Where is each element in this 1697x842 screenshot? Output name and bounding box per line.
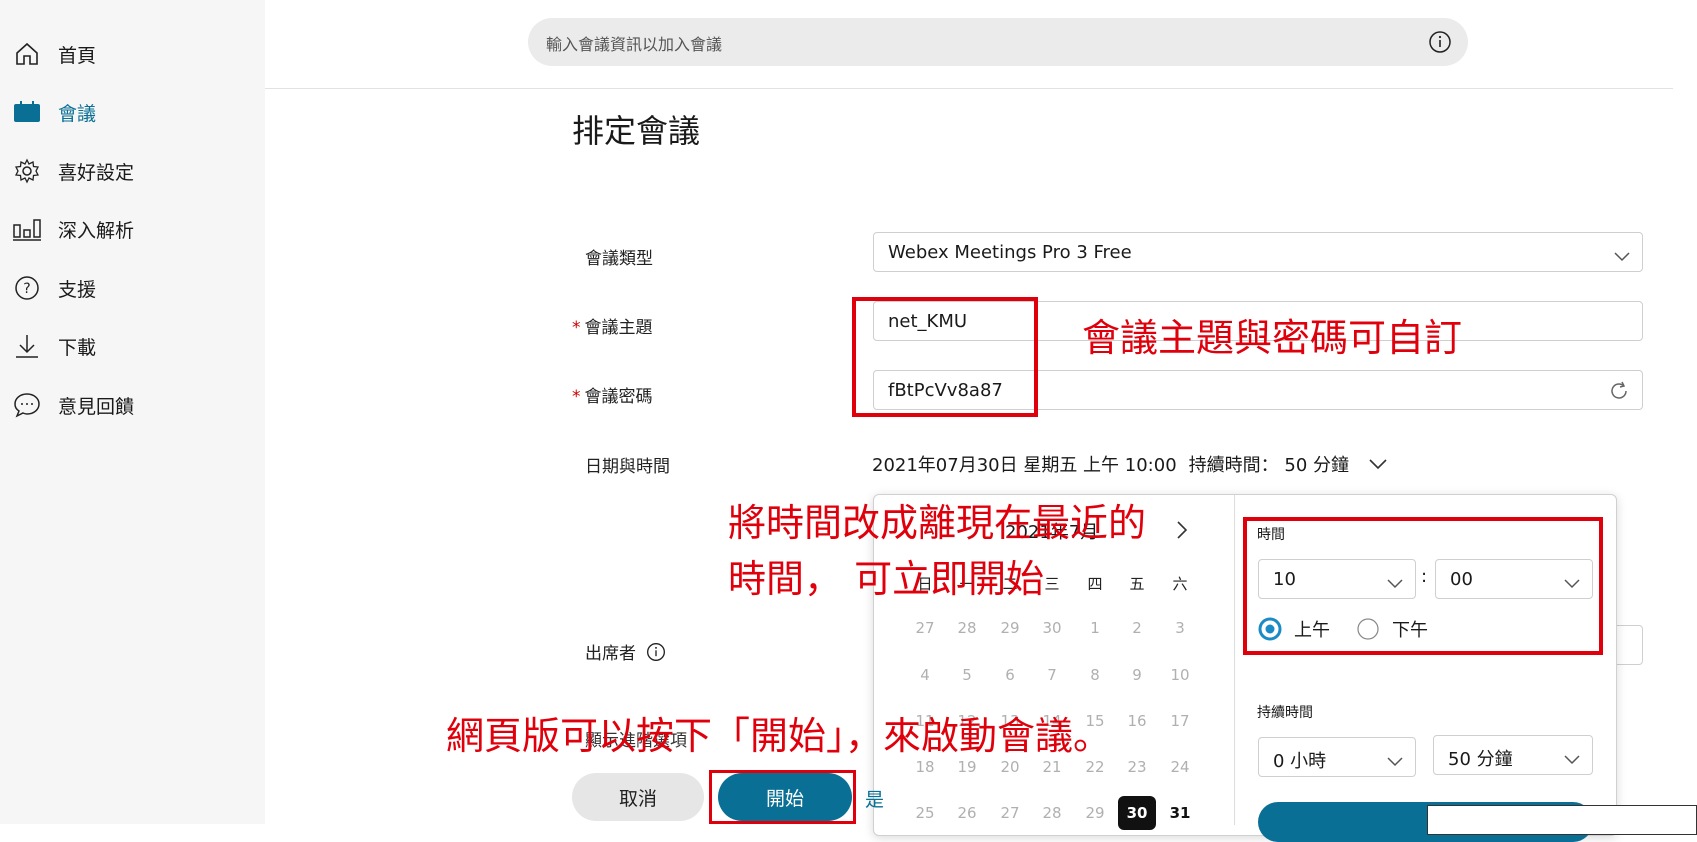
required-marker: * xyxy=(572,387,581,407)
meeting-password-label-text: 會議密碼 xyxy=(584,387,653,407)
meeting-type-label: 會議類型 xyxy=(585,249,653,269)
calendar-day[interactable]: 30 xyxy=(1032,619,1072,637)
calendar-day[interactable]: 28 xyxy=(1032,804,1072,822)
sidebar-item-label: 喜好設定 xyxy=(58,161,135,184)
calendar-day[interactable]: 5 xyxy=(947,666,987,684)
annotation-topic-password: 會議主題與密碼可自訂 xyxy=(1082,316,1463,360)
gear-icon xyxy=(12,156,42,186)
calendar-day[interactable]: 27 xyxy=(990,804,1030,822)
calendar-day[interactable]: 24 xyxy=(1160,758,1200,776)
weekday-label: 六 xyxy=(1172,575,1188,593)
annotation-time-line1: 將時間改成離現在最近的 xyxy=(728,501,1147,545)
popover-divider xyxy=(1234,495,1235,825)
calendar-day[interactable]: 10 xyxy=(1160,666,1200,684)
meeting-topic-label-text: 會議主題 xyxy=(584,318,653,338)
attendees-label-text: 出席者 xyxy=(585,644,636,664)
cancel-button[interactable]: 取消 xyxy=(572,773,704,821)
time-highlight xyxy=(1243,517,1603,655)
sidebar-item-preferences[interactable]: 喜好設定 xyxy=(12,155,134,187)
search-placeholder: 輸入會議資訊以加入會議 xyxy=(546,35,723,54)
datetime-label: 日期與時間 xyxy=(585,457,670,477)
chevron-down-icon xyxy=(1564,750,1580,769)
sidebar-item-label: 下載 xyxy=(58,336,97,359)
duration-hours-select[interactable]: 0 小時 xyxy=(1258,737,1416,777)
join-meeting-search[interactable]: 輸入會議資訊以加入會議 xyxy=(528,18,1468,66)
calendar-day[interactable]: 17 xyxy=(1160,712,1200,730)
meeting-type-value: Webex Meetings Pro 3 Free xyxy=(888,242,1132,263)
home-icon xyxy=(12,39,42,69)
calendar-day[interactable]: 4 xyxy=(905,666,945,684)
datetime-value: 2021年07月30日 星期五 上午 10:00 xyxy=(872,455,1177,476)
overlay-popup xyxy=(1427,805,1697,835)
sidebar-item-label: 首頁 xyxy=(58,44,97,67)
calendar-day[interactable]: 19 xyxy=(947,758,987,776)
datetime-summary[interactable]: 2021年07月30日 星期五 上午 10:00 持續時間： 50 分鐘 xyxy=(872,451,1387,477)
calendar-day[interactable]: 23 xyxy=(1117,758,1157,776)
sidebar-item-label: 意見回饋 xyxy=(58,395,135,418)
calendar-day[interactable]: 20 xyxy=(990,758,1030,776)
calendar-day[interactable]: 29 xyxy=(1075,804,1115,822)
sidebar: 首頁 會議 喜好設定 深入解析 ? 支援 下載 意見回饋 xyxy=(0,0,265,824)
sidebar-item-label: 支援 xyxy=(58,278,97,301)
calendar-day[interactable]: 25 xyxy=(905,804,945,822)
duration-summary: 持續時間： 50 分鐘 xyxy=(1188,455,1350,476)
sidebar-item-meetings[interactable]: 會議 xyxy=(12,96,96,128)
chart-icon xyxy=(12,214,42,244)
start-button-highlight xyxy=(709,770,856,824)
calendar-day[interactable]: 3 xyxy=(1160,619,1200,637)
calendar-day[interactable]: 2 xyxy=(1117,619,1157,637)
duration-minutes-select[interactable]: 50 分鐘 xyxy=(1433,735,1593,775)
download-icon xyxy=(12,331,42,361)
feedback-icon xyxy=(12,390,42,420)
calendar-day-selected[interactable]: 30 xyxy=(1118,796,1156,830)
duration-minutes-value: 50 分鐘 xyxy=(1448,749,1513,770)
refresh-icon[interactable] xyxy=(1608,380,1630,406)
sidebar-item-home[interactable]: 首頁 xyxy=(12,38,96,70)
calendar-day[interactable]: 9 xyxy=(1117,666,1157,684)
sidebar-item-feedback[interactable]: 意見回饋 xyxy=(12,389,134,421)
info-icon[interactable] xyxy=(1428,30,1452,58)
chevron-down-icon xyxy=(1614,247,1630,266)
sidebar-item-label: 深入解析 xyxy=(58,219,135,242)
topic-password-highlight xyxy=(852,297,1038,417)
calendar-day[interactable]: 6 xyxy=(990,666,1030,684)
calendar-day[interactable]: 29 xyxy=(990,619,1030,637)
meeting-topic-label: * 會議主題 xyxy=(572,313,653,338)
header-divider xyxy=(265,88,1673,89)
svg-text:?: ? xyxy=(23,281,30,297)
duration-label: 持續時間 xyxy=(1257,705,1313,721)
attendees-label: 出席者 xyxy=(585,639,666,664)
chevron-down-icon xyxy=(1369,458,1387,470)
sidebar-item-support[interactable]: ? 支援 xyxy=(12,272,96,304)
calendar-day[interactable]: 26 xyxy=(947,804,987,822)
calendar-day[interactable]: 31 xyxy=(1160,804,1200,822)
calendar-day[interactable]: 22 xyxy=(1075,758,1115,776)
sidebar-item-label: 會議 xyxy=(58,102,97,125)
page-title: 排定會議 xyxy=(572,112,701,150)
annotation-start: 網頁版可以按下「開始」，來啟動會議。 xyxy=(446,714,1112,758)
calendar-day[interactable]: 1 xyxy=(1075,619,1115,637)
weekday-label: 四 xyxy=(1087,575,1103,593)
duration-hours-value: 0 小時 xyxy=(1273,751,1327,772)
calendar-icon xyxy=(12,97,42,127)
chevron-right-icon[interactable] xyxy=(1176,520,1188,544)
chevron-down-icon xyxy=(1387,752,1403,771)
meeting-type-select[interactable]: Webex Meetings Pro 3 Free xyxy=(873,232,1643,272)
calendar-day[interactable]: 28 xyxy=(947,619,987,637)
sidebar-item-download[interactable]: 下載 xyxy=(12,330,96,362)
calendar-day[interactable]: 8 xyxy=(1075,666,1115,684)
calendar-day[interactable]: 27 xyxy=(905,619,945,637)
help-icon: ? xyxy=(12,273,42,303)
calendar-day[interactable]: 7 xyxy=(1032,666,1072,684)
weekday-label: 五 xyxy=(1129,575,1145,593)
meeting-password-label: * 會議密碼 xyxy=(572,382,653,407)
required-marker: * xyxy=(572,318,581,338)
calendar-day[interactable]: 21 xyxy=(1032,758,1072,776)
calendar-day[interactable]: 18 xyxy=(905,758,945,776)
info-icon[interactable] xyxy=(646,642,666,662)
schedule-link[interactable]: 是 xyxy=(865,785,884,812)
sidebar-item-insights[interactable]: 深入解析 xyxy=(12,213,134,245)
calendar-day[interactable]: 16 xyxy=(1117,712,1157,730)
annotation-time-line2: 時間， 可立即開始 xyxy=(728,557,1045,601)
